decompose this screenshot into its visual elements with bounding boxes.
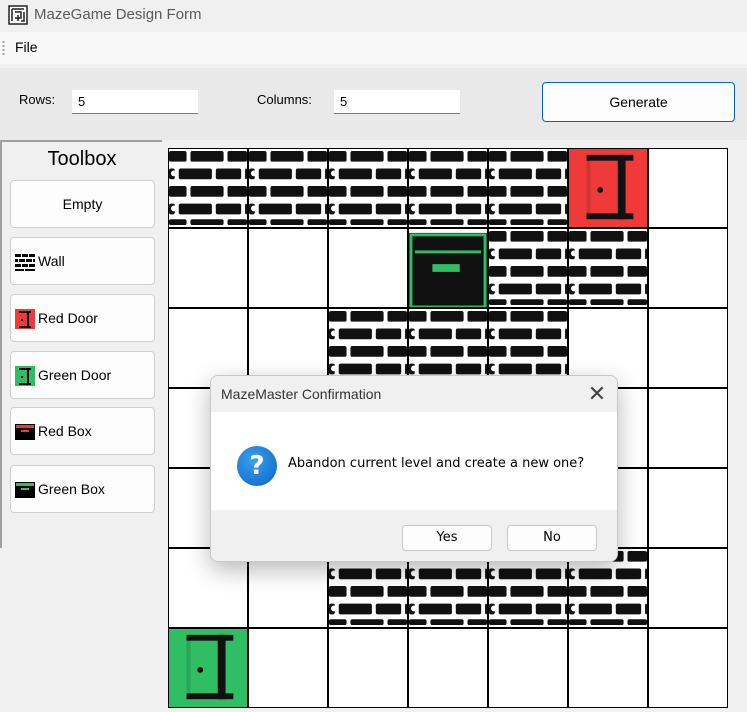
tool-red-door-button[interactable]: Red Door: [10, 294, 155, 342]
tool-label: Green Box: [38, 481, 105, 497]
red-door-icon: [569, 149, 647, 227]
tool-wall-button[interactable]: Wall: [10, 237, 155, 285]
maze-cell-empty[interactable]: [248, 628, 328, 708]
green-box-icon: [15, 482, 35, 498]
rows-label: Rows:: [19, 92, 56, 107]
maze-cell-wall[interactable]: [328, 148, 408, 228]
question-icon: ?: [237, 446, 277, 486]
maze-app-icon: [8, 5, 28, 25]
tool-label: Red Box: [38, 423, 92, 439]
maze-cell-empty[interactable]: [648, 148, 728, 228]
wall-icon: [409, 149, 487, 227]
maze-cell-empty[interactable]: [248, 228, 328, 308]
green-door-icon: [169, 629, 247, 707]
menu-file[interactable]: File: [10, 38, 43, 56]
columns-input[interactable]: [334, 90, 460, 114]
maze-cell-empty[interactable]: [648, 228, 728, 308]
tool-red-box-button[interactable]: Red Box: [10, 407, 155, 455]
maze-cell-empty[interactable]: [168, 228, 248, 308]
maze-cell-empty[interactable]: [328, 228, 408, 308]
wall-icon: [569, 229, 647, 307]
wall-icon: [249, 149, 327, 227]
maze-cell-empty[interactable]: [648, 628, 728, 708]
maze-cell-red-door[interactable]: [568, 148, 648, 228]
maze-cell-empty[interactable]: [648, 308, 728, 388]
maze-cell-wall[interactable]: [568, 228, 648, 308]
menu-grip-icon: [2, 40, 5, 56]
wall-icon: [329, 149, 407, 227]
tool-label: Red Door: [38, 310, 98, 326]
maze-cell-wall[interactable]: [248, 148, 328, 228]
dialog-title: MazeMaster Confirmation: [221, 386, 382, 402]
tool-label: Green Door: [38, 367, 112, 383]
maze-cell-empty[interactable]: [328, 628, 408, 708]
no-button[interactable]: No: [507, 525, 597, 551]
wall-icon: [169, 149, 247, 227]
tool-label: Wall: [38, 253, 65, 269]
green-door-icon: [15, 366, 35, 386]
tool-empty-button[interactable]: Empty: [10, 180, 155, 228]
menu-bar: File: [0, 32, 747, 64]
red-door-icon: [15, 309, 35, 329]
maze-cell-green-box[interactable]: [408, 228, 488, 308]
maze-cell-empty[interactable]: [648, 548, 728, 628]
title-bar: MazeGame Design Form: [0, 0, 747, 32]
maze-cell-wall[interactable]: [488, 148, 568, 228]
red-box-icon: [15, 424, 35, 440]
columns-label: Columns:: [257, 92, 312, 107]
maze-cell-green-door[interactable]: [168, 628, 248, 708]
maze-cell-wall[interactable]: [408, 148, 488, 228]
toolbox-title: Toolbox: [47, 148, 117, 170]
maze-cell-wall[interactable]: [488, 228, 568, 308]
tool-green-door-button[interactable]: Green Door: [10, 351, 155, 399]
wall-icon: [15, 253, 35, 271]
maze-cell-wall[interactable]: [168, 148, 248, 228]
wall-icon: [489, 149, 567, 227]
maze-cell-empty[interactable]: [568, 628, 648, 708]
confirmation-dialog: MazeMaster Confirmation ✕ ? Abandon curr…: [210, 375, 618, 562]
maze-design-window: MazeGame Design Form File Rows: Columns:…: [0, 0, 747, 712]
tool-green-box-button[interactable]: Green Box: [10, 465, 155, 513]
rows-input[interactable]: [72, 90, 198, 114]
dialog-message: Abandon current level and create a new o…: [288, 456, 585, 471]
window-title: MazeGame Design Form: [34, 6, 202, 23]
green-box-icon: [409, 229, 487, 307]
tool-label: Empty: [62, 196, 103, 212]
maze-cell-empty[interactable]: [648, 468, 728, 548]
maze-cell-empty[interactable]: [408, 628, 488, 708]
maze-cell-empty[interactable]: [488, 628, 568, 708]
close-icon[interactable]: ✕: [581, 382, 613, 408]
yes-button[interactable]: Yes: [402, 525, 492, 551]
maze-cell-empty[interactable]: [648, 388, 728, 468]
generate-button[interactable]: Generate: [542, 82, 735, 122]
wall-icon: [489, 229, 567, 307]
